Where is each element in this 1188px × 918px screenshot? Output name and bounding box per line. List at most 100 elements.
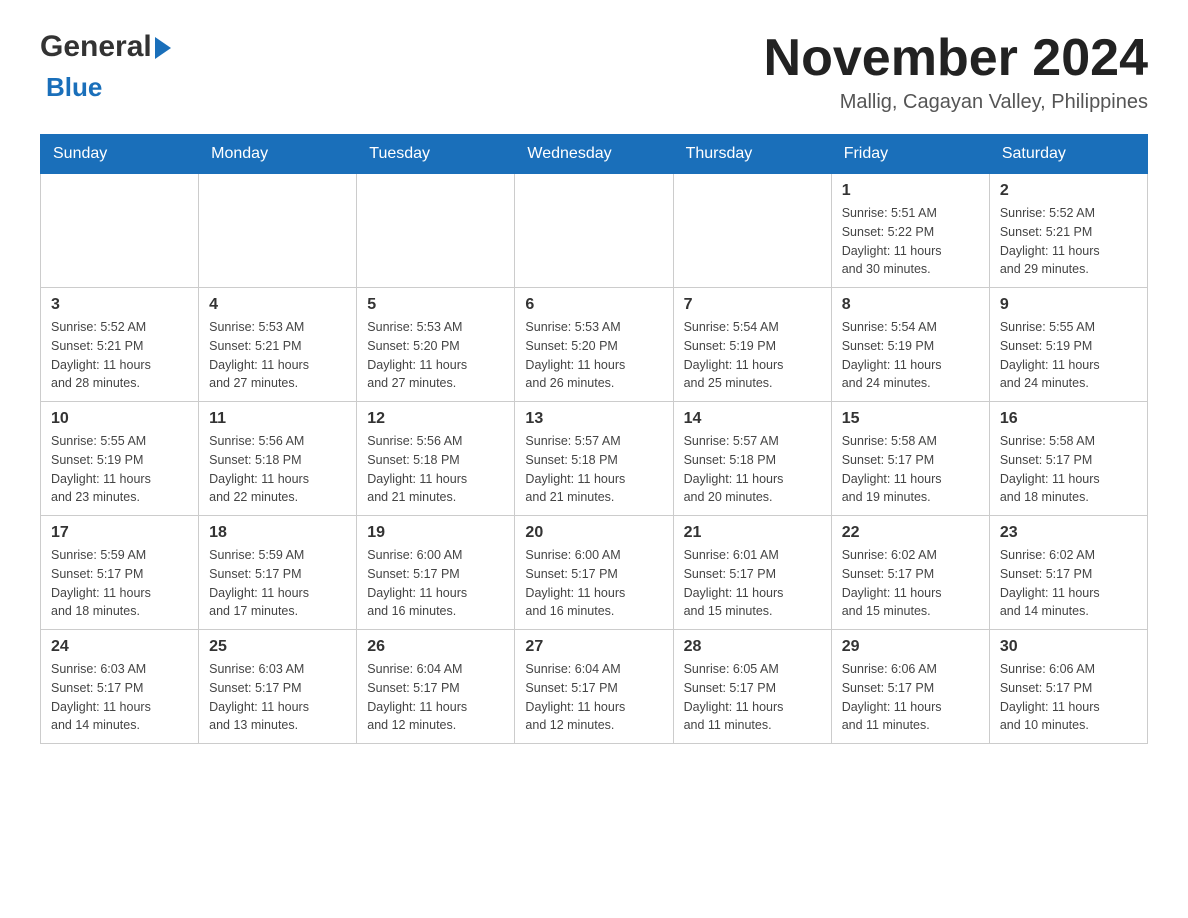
calendar-header-row: Sunday Monday Tuesday Wednesday Thursday… xyxy=(41,135,1148,174)
logo-blue-text: Blue xyxy=(46,72,102,103)
day-number: 30 xyxy=(1000,638,1137,656)
calendar-cell: 14 Sunrise: 5:57 AM Sunset: 5:18 PM Dayli… xyxy=(673,402,831,516)
day-number: 6 xyxy=(525,296,662,314)
day-info: Sunrise: 6:06 AM Sunset: 5:17 PM Dayligh… xyxy=(842,660,979,735)
day-info: Sunrise: 6:00 AM Sunset: 5:17 PM Dayligh… xyxy=(525,546,662,621)
week-row-2: 3Sunrise: 5:52 AM Sunset: 5:21 PM Daylig… xyxy=(41,288,1148,402)
day-info: Sunrise: 6:06 AM Sunset: 5:17 PM Dayligh… xyxy=(1000,660,1137,735)
calendar-cell: 29 Sunrise: 6:06 AM Sunset: 5:17 PM Dayli… xyxy=(831,630,989,744)
calendar-cell: 2 Sunrise: 5:52 AM Sunset: 5:21 PM Daylig… xyxy=(989,174,1147,288)
calendar-cell: 19 Sunrise: 6:00 AM Sunset: 5:17 PM Dayli… xyxy=(357,516,515,630)
header: General Blue November 2024 Mallig, Cagay… xyxy=(40,30,1148,114)
calendar-cell: 25 Sunrise: 6:03 AM Sunset: 5:17 PM Dayli… xyxy=(199,630,357,744)
day-info: Sunrise: 6:01 AM Sunset: 5:17 PM Dayligh… xyxy=(684,546,821,621)
day-number: 18 xyxy=(209,524,346,542)
calendar-cell: 6 Sunrise: 5:53 AM Sunset: 5:20 PM Daylig… xyxy=(515,288,673,402)
calendar-cell: 9 Sunrise: 5:55 AM Sunset: 5:19 PM Daylig… xyxy=(989,288,1147,402)
day-info: Sunrise: 6:04 AM Sunset: 5:17 PM Dayligh… xyxy=(525,660,662,735)
calendar-cell: 15 Sunrise: 5:58 AM Sunset: 5:17 PM Dayli… xyxy=(831,402,989,516)
header-monday: Monday xyxy=(199,135,357,174)
month-title: November 2024 xyxy=(764,30,1148,87)
header-sunday: Sunday xyxy=(41,135,199,174)
calendar-cell: 10Sunrise: 5:55 AM Sunset: 5:19 PM Dayli… xyxy=(41,402,199,516)
calendar-cell xyxy=(41,174,199,288)
calendar-table: Sunday Monday Tuesday Wednesday Thursday… xyxy=(40,134,1148,744)
title-area: November 2024 Mallig, Cagayan Valley, Ph… xyxy=(764,30,1148,114)
day-number: 8 xyxy=(842,296,979,314)
calendar-cell: 18Sunrise: 5:59 AM Sunset: 5:17 PM Dayli… xyxy=(199,516,357,630)
day-info: Sunrise: 5:53 AM Sunset: 5:21 PM Dayligh… xyxy=(209,318,346,393)
day-number: 25 xyxy=(209,638,346,656)
header-tuesday: Tuesday xyxy=(357,135,515,174)
header-wednesday: Wednesday xyxy=(515,135,673,174)
day-number: 22 xyxy=(842,524,979,542)
calendar-cell: 11Sunrise: 5:56 AM Sunset: 5:18 PM Dayli… xyxy=(199,402,357,516)
day-info: Sunrise: 6:00 AM Sunset: 5:17 PM Dayligh… xyxy=(367,546,504,621)
logo-arrow-icon xyxy=(155,37,171,59)
day-number: 19 xyxy=(367,524,504,542)
day-number: 23 xyxy=(1000,524,1137,542)
calendar-cell: 12Sunrise: 5:56 AM Sunset: 5:18 PM Dayli… xyxy=(357,402,515,516)
calendar-cell: 24 Sunrise: 6:03 AM Sunset: 5:17 PM Dayli… xyxy=(41,630,199,744)
day-info: Sunrise: 5:53 AM Sunset: 5:20 PM Dayligh… xyxy=(367,318,504,393)
day-info: Sunrise: 5:51 AM Sunset: 5:22 PM Dayligh… xyxy=(842,204,979,279)
calendar-cell: 5Sunrise: 5:53 AM Sunset: 5:20 PM Daylig… xyxy=(357,288,515,402)
day-number: 29 xyxy=(842,638,979,656)
calendar-cell xyxy=(673,174,831,288)
calendar-cell: 1Sunrise: 5:51 AM Sunset: 5:22 PM Daylig… xyxy=(831,174,989,288)
logo: General Blue xyxy=(40,30,171,103)
calendar-cell: 16 Sunrise: 5:58 AM Sunset: 5:17 PM Dayli… xyxy=(989,402,1147,516)
week-row-3: 10Sunrise: 5:55 AM Sunset: 5:19 PM Dayli… xyxy=(41,402,1148,516)
day-number: 10 xyxy=(51,410,188,428)
day-info: Sunrise: 5:58 AM Sunset: 5:17 PM Dayligh… xyxy=(1000,432,1137,507)
day-number: 4 xyxy=(209,296,346,314)
day-number: 16 xyxy=(1000,410,1137,428)
calendar-cell: 13Sunrise: 5:57 AM Sunset: 5:18 PM Dayli… xyxy=(515,402,673,516)
day-info: Sunrise: 5:54 AM Sunset: 5:19 PM Dayligh… xyxy=(684,318,821,393)
calendar-cell xyxy=(515,174,673,288)
calendar-cell: 26Sunrise: 6:04 AM Sunset: 5:17 PM Dayli… xyxy=(357,630,515,744)
location-title: Mallig, Cagayan Valley, Philippines xyxy=(764,91,1148,114)
day-info: Sunrise: 5:55 AM Sunset: 5:19 PM Dayligh… xyxy=(1000,318,1137,393)
day-number: 9 xyxy=(1000,296,1137,314)
calendar-cell: 27 Sunrise: 6:04 AM Sunset: 5:17 PM Dayli… xyxy=(515,630,673,744)
day-number: 15 xyxy=(842,410,979,428)
calendar-cell: 30 Sunrise: 6:06 AM Sunset: 5:17 PM Dayli… xyxy=(989,630,1147,744)
day-info: Sunrise: 6:03 AM Sunset: 5:17 PM Dayligh… xyxy=(209,660,346,735)
day-number: 14 xyxy=(684,410,821,428)
day-number: 26 xyxy=(367,638,504,656)
calendar-cell: 23 Sunrise: 6:02 AM Sunset: 5:17 PM Dayli… xyxy=(989,516,1147,630)
day-info: Sunrise: 5:56 AM Sunset: 5:18 PM Dayligh… xyxy=(367,432,504,507)
day-number: 11 xyxy=(209,410,346,428)
day-info: Sunrise: 6:02 AM Sunset: 5:17 PM Dayligh… xyxy=(842,546,979,621)
day-info: Sunrise: 6:03 AM Sunset: 5:17 PM Dayligh… xyxy=(51,660,188,735)
day-number: 3 xyxy=(51,296,188,314)
day-info: Sunrise: 6:05 AM Sunset: 5:17 PM Dayligh… xyxy=(684,660,821,735)
day-number: 2 xyxy=(1000,182,1137,200)
week-row-4: 17Sunrise: 5:59 AM Sunset: 5:17 PM Dayli… xyxy=(41,516,1148,630)
day-info: Sunrise: 5:57 AM Sunset: 5:18 PM Dayligh… xyxy=(684,432,821,507)
week-row-5: 24 Sunrise: 6:03 AM Sunset: 5:17 PM Dayli… xyxy=(41,630,1148,744)
day-info: Sunrise: 5:58 AM Sunset: 5:17 PM Dayligh… xyxy=(842,432,979,507)
day-info: Sunrise: 5:53 AM Sunset: 5:20 PM Dayligh… xyxy=(525,318,662,393)
calendar-cell xyxy=(199,174,357,288)
day-number: 7 xyxy=(684,296,821,314)
calendar-cell: 20 Sunrise: 6:00 AM Sunset: 5:17 PM Dayli… xyxy=(515,516,673,630)
calendar-cell: 28Sunrise: 6:05 AM Sunset: 5:17 PM Dayli… xyxy=(673,630,831,744)
day-info: Sunrise: 6:02 AM Sunset: 5:17 PM Dayligh… xyxy=(1000,546,1137,621)
day-number: 27 xyxy=(525,638,662,656)
calendar-cell: 3Sunrise: 5:52 AM Sunset: 5:21 PM Daylig… xyxy=(41,288,199,402)
day-info: Sunrise: 5:52 AM Sunset: 5:21 PM Dayligh… xyxy=(1000,204,1137,279)
day-number: 21 xyxy=(684,524,821,542)
day-info: Sunrise: 5:54 AM Sunset: 5:19 PM Dayligh… xyxy=(842,318,979,393)
header-thursday: Thursday xyxy=(673,135,831,174)
header-saturday: Saturday xyxy=(989,135,1147,174)
calendar-cell: 22 Sunrise: 6:02 AM Sunset: 5:17 PM Dayli… xyxy=(831,516,989,630)
day-number: 24 xyxy=(51,638,188,656)
week-row-1: 1Sunrise: 5:51 AM Sunset: 5:22 PM Daylig… xyxy=(41,174,1148,288)
day-number: 17 xyxy=(51,524,188,542)
day-number: 20 xyxy=(525,524,662,542)
calendar-cell: 8 Sunrise: 5:54 AM Sunset: 5:19 PM Daylig… xyxy=(831,288,989,402)
calendar-cell: 17Sunrise: 5:59 AM Sunset: 5:17 PM Dayli… xyxy=(41,516,199,630)
calendar-cell xyxy=(357,174,515,288)
